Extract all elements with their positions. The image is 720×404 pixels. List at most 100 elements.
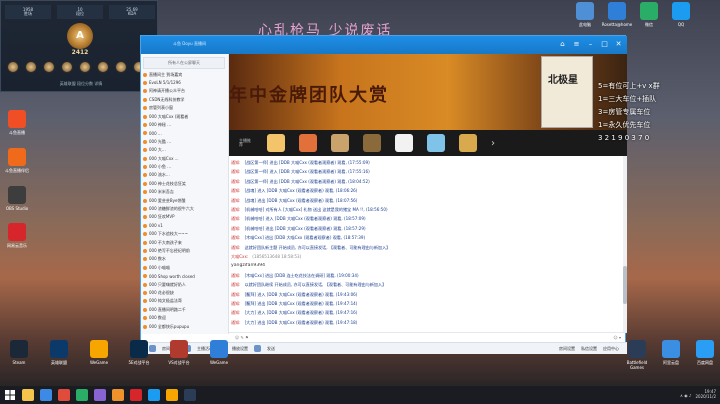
viewer-list-item[interactable]: 000 下水追枝大~~~ bbox=[143, 231, 225, 238]
maximize-icon[interactable]: □ bbox=[600, 39, 609, 50]
viewer-name: 000 ... bbox=[149, 130, 162, 136]
desktop-icon[interactable]: 网易云音乐 bbox=[2, 223, 32, 249]
viewer-list-item[interactable]: 000 神秘 ... bbox=[143, 121, 225, 128]
home-icon[interactable]: ⌂ bbox=[558, 39, 567, 50]
close-icon[interactable]: ✕ bbox=[614, 39, 623, 50]
desktop-icon[interactable]: 阿里云盘 bbox=[656, 340, 686, 370]
taskbar-app-icon[interactable] bbox=[22, 389, 34, 401]
tray-icons[interactable]: ∧ ◉ ♪ bbox=[680, 393, 692, 398]
viewer-list-item[interactable]: 000 浓糖鲜浓的很牛六大 bbox=[143, 205, 225, 212]
desktop-icon[interactable]: 百度网盘 bbox=[690, 340, 720, 370]
viewer-list-item[interactable]: 000 小鱼 ... bbox=[143, 163, 225, 170]
desktop-icon[interactable]: VS对战平台 bbox=[164, 340, 194, 366]
bottom-bar-icon bbox=[254, 345, 261, 352]
viewer-list-item[interactable]: 000 数迎 bbox=[143, 315, 225, 322]
viewer-list-item[interactable]: 000 不大南孩子来 bbox=[143, 239, 225, 246]
taskbar-app-icon[interactable] bbox=[112, 389, 124, 401]
chat-more-icon[interactable]: ☺ ▾ bbox=[614, 335, 621, 340]
desktop-icon[interactable]: 微信 bbox=[634, 2, 664, 28]
desktop-icon[interactable]: 英雄联盟 bbox=[44, 340, 74, 366]
taskbar-app-icon[interactable] bbox=[148, 389, 160, 401]
viewer-list-item[interactable]: CSDN无线科技教学 bbox=[143, 96, 225, 103]
viewer-badge-icon bbox=[143, 248, 147, 253]
viewer-list-item[interactable]: 000 流水... bbox=[143, 172, 225, 179]
bottom-bar-right-item[interactable]: 私信设置 bbox=[581, 346, 597, 352]
desktop-icon[interactable]: Rosetta@home bbox=[602, 2, 632, 28]
viewer-list-item[interactable]: 000 米米吾吉 bbox=[143, 189, 225, 196]
window-titlebar[interactable]: 斗鱼 Doyu 直播间 ⌂ ≡ – □ ✕ bbox=[141, 36, 627, 54]
desktop-icon[interactable]: WeGame bbox=[84, 340, 114, 366]
taskbar-app-icon[interactable] bbox=[166, 389, 178, 401]
game-3-icon[interactable] bbox=[331, 134, 349, 152]
windows-start-icon[interactable] bbox=[4, 389, 16, 401]
minimize-icon[interactable]: – bbox=[586, 39, 595, 50]
viewer-list-item[interactable]: 000 全都快乐pupupu bbox=[143, 323, 225, 330]
next-arrow-icon[interactable]: › bbox=[491, 138, 495, 149]
game-1-icon[interactable] bbox=[267, 134, 285, 152]
bottom-bar-right-item[interactable]: 房间设置 bbox=[559, 346, 575, 352]
viewer-list-item[interactable]: 000 只要嗨就好奶人 bbox=[143, 281, 225, 288]
emoji-icon[interactable]: ☺ ✎ ⚑ bbox=[235, 335, 249, 340]
desktop-icon[interactable]: 5E对战平台 bbox=[124, 340, 154, 366]
viewer-list-item[interactable]: 000 小喵喵 bbox=[143, 264, 225, 271]
viewer-list-item[interactable]: 000 愛芸芸Bye饼酸 bbox=[143, 197, 225, 204]
viewer-list-item[interactable]: 000 绝写不忘经纪明前 bbox=[143, 247, 225, 254]
viewer-list-item[interactable]: 000 光酷 ... bbox=[143, 138, 225, 145]
bottom-bar-right-item[interactable]: 应用中心 bbox=[603, 346, 619, 352]
viewer-list-item[interactable]: 000 大喵Cxx (观看者 bbox=[143, 113, 225, 120]
viewer-list-item[interactable]: 000 神士花枝总狂笑 bbox=[143, 180, 225, 187]
viewer-list-item[interactable]: 000 Shop worth closed bbox=[143, 273, 225, 280]
viewer-list-item[interactable]: 000 花必很缺 bbox=[143, 289, 225, 296]
viewer-list-item[interactable]: 000 大... bbox=[143, 147, 225, 154]
viewer-name: 000 直播间明路二千 bbox=[149, 306, 186, 312]
viewer-badge-icon bbox=[143, 206, 147, 211]
desktop-icon[interactable]: QQ bbox=[666, 2, 696, 28]
viewer-list-item[interactable]: 直播间主 到场嘉宾 bbox=[143, 71, 225, 78]
viewer-list-header[interactable]: 所有人在公屏聊天 bbox=[143, 57, 225, 69]
viewer-list-item[interactable]: 阿神请开播公众平台 bbox=[143, 88, 225, 95]
desktop-icon[interactable]: 此电脑 bbox=[570, 2, 600, 28]
game-5-icon[interactable] bbox=[395, 134, 413, 152]
viewer-list-item[interactable]: 000 大喵Cxx ... bbox=[143, 155, 225, 162]
taskbar-app-icon[interactable] bbox=[58, 389, 70, 401]
promo-banner[interactable]: 年中金牌团队大赏 北极星 bbox=[229, 54, 627, 130]
viewer-list-item[interactable]: EvoLN 5/1/1296 bbox=[143, 79, 225, 86]
game-2-icon[interactable] bbox=[299, 134, 317, 152]
app-icon bbox=[662, 340, 680, 358]
desktop-icon[interactable]: Steam bbox=[4, 340, 34, 366]
viewer-list-item[interactable]: 房管列表小窗 bbox=[143, 105, 225, 112]
rank-stat: 10 段位 bbox=[57, 5, 103, 19]
viewer-badge-icon bbox=[143, 173, 147, 178]
clock[interactable]: 19:47 2020/11/2 bbox=[695, 389, 716, 400]
viewer-list-item[interactable]: 000 狂欢MVP bbox=[143, 214, 225, 221]
desktop-icon-label: Rosetta@home bbox=[601, 22, 633, 27]
viewer-name: 000 浓糖鲜浓的很牛六大 bbox=[149, 205, 194, 211]
game-6-icon[interactable] bbox=[427, 134, 445, 152]
viewer-list-item[interactable]: 000 数水 bbox=[143, 256, 225, 263]
bottom-bar-item[interactable]: 播放设置 bbox=[232, 346, 248, 352]
desktop-icon[interactable]: OBS Studio bbox=[2, 186, 32, 211]
viewer-list-item[interactable]: 000 ... bbox=[143, 130, 225, 137]
menu-icon[interactable]: ≡ bbox=[572, 39, 581, 50]
desktop-icon[interactable]: WeGame bbox=[204, 340, 234, 366]
viewer-list-item[interactable]: 000 v1 bbox=[143, 222, 225, 229]
viewer-list-item[interactable]: 000 纯文极盐法哥 bbox=[143, 298, 225, 305]
chat-scrollbar[interactable] bbox=[623, 156, 627, 332]
chat-text: [战魂] 进入 [DDB 大喵Cxx (观看者观察者) 观看, (18:06:2… bbox=[244, 188, 358, 194]
desktop-icon[interactable]: Battlefield Games bbox=[622, 340, 652, 370]
chat-tag: 通知: bbox=[231, 160, 241, 165]
taskbar-app-icon[interactable] bbox=[94, 389, 106, 401]
bottom-bar-item[interactable]: 发送 bbox=[267, 346, 275, 352]
desktop-icon[interactable]: 斗鱼直播伴侣 bbox=[2, 148, 32, 174]
viewer-badge-icon bbox=[143, 164, 147, 169]
viewer-list-item[interactable]: 000 直播间明路二千 bbox=[143, 306, 225, 313]
tier-icon bbox=[43, 61, 55, 73]
desktop-icon[interactable]: 斗鱼直播 bbox=[2, 110, 32, 136]
game-7-icon[interactable] bbox=[459, 134, 477, 152]
taskbar-app-icon[interactable] bbox=[184, 389, 196, 401]
taskbar-app-icon[interactable] bbox=[130, 389, 142, 401]
taskbar-app-icon[interactable] bbox=[40, 389, 52, 401]
scroll-thumb[interactable] bbox=[623, 266, 627, 304]
game-4-icon[interactable] bbox=[363, 134, 381, 152]
taskbar-app-icon[interactable] bbox=[76, 389, 88, 401]
